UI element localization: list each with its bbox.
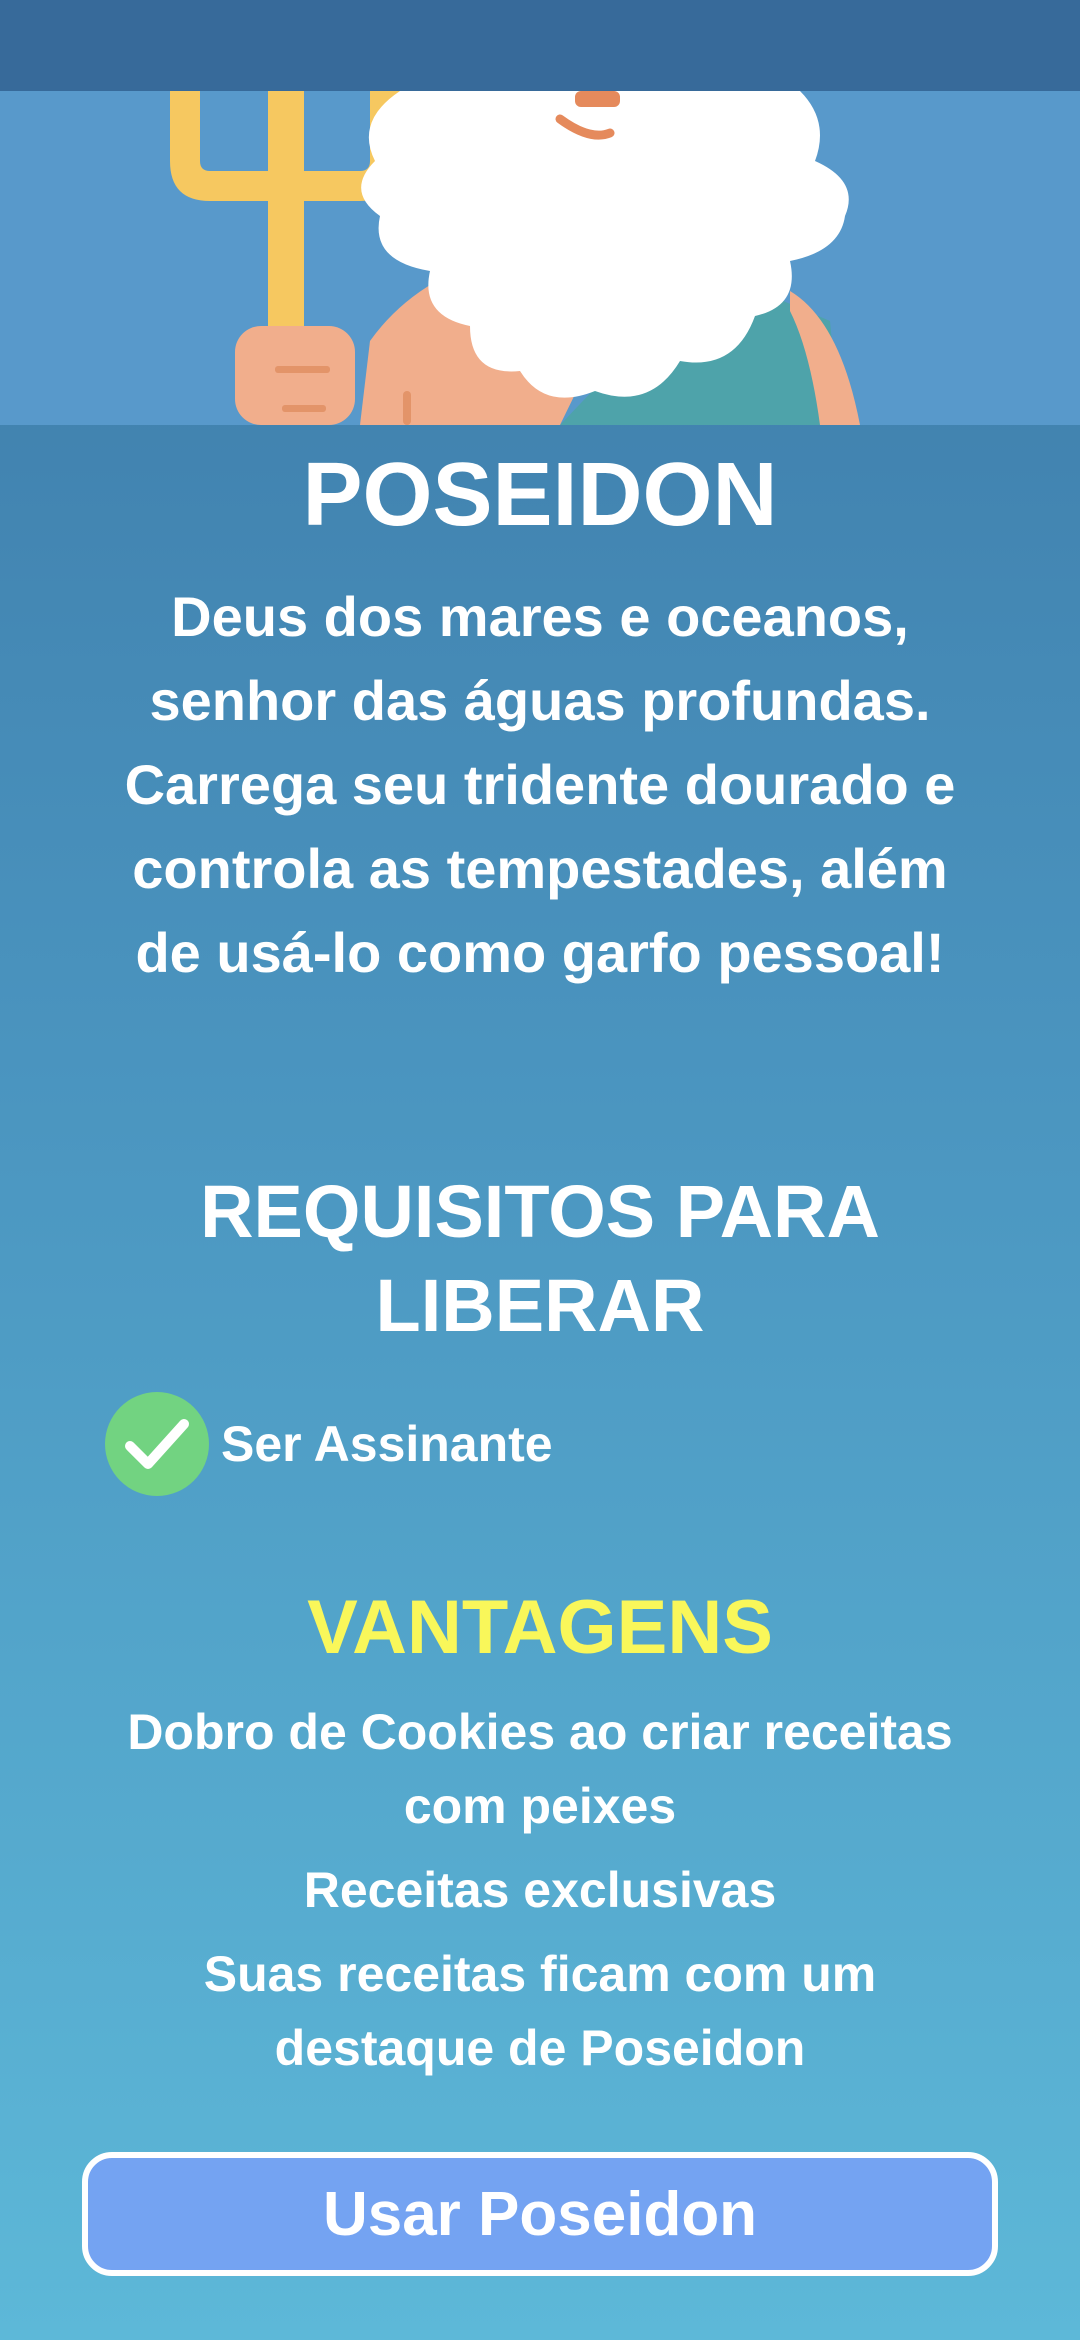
god-description: Deus dos mares e oceanos, senhor das águ… [124,585,956,984]
advantage-item: Receitas exclusivas [303,1862,777,1918]
advantage-item: Suas receitas ficam com um destaque de P… [203,1946,877,2076]
god-detail-screen: POSEIDON Deus dos mares e oceanos, senho… [0,0,1080,2340]
advantages-title: VANTAGENS [307,1585,773,1670]
requirement-label: Ser Assinante [221,1416,553,1472]
god-name: POSEIDON [302,445,778,545]
use-poseidon-button[interactable]: Usar Poseidon [82,2152,998,2276]
status-bar [0,0,1080,91]
poseidon-illustration [0,91,1080,425]
requirement-item: Ser Assinante [105,1392,553,1496]
advantages-list: Dobro de Cookies ao criar receitas com p… [120,1695,960,2095]
advantage-item: Dobro de Cookies ao criar receitas com p… [127,1704,953,1834]
check-icon [105,1392,209,1496]
requirements-title: REQUISITOS PARA LIBERAR [200,1170,880,1347]
poseidon-character-image [170,91,860,425]
